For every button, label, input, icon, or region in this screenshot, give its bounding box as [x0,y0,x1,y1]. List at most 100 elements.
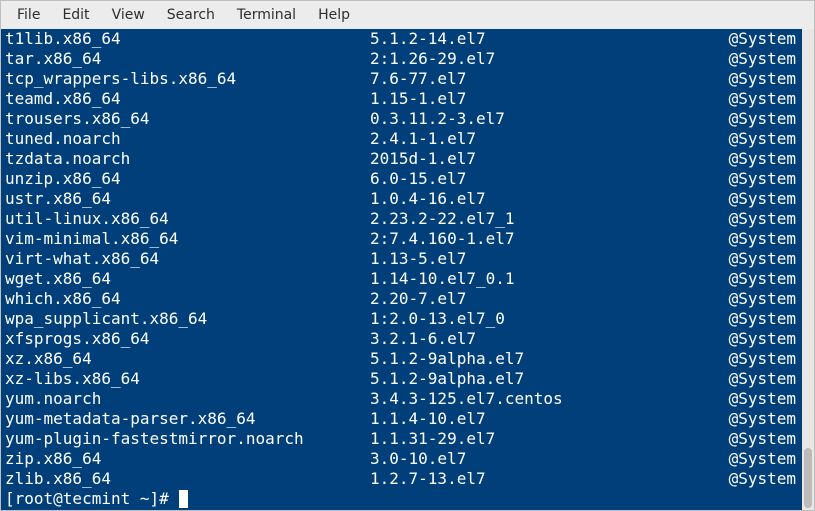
package-version: 1.15-1.el7 [370,89,720,109]
menu-item-terminal[interactable]: Terminal [227,3,306,27]
package-name: tar.x86_64 [5,49,370,69]
package-repo: @System [720,269,798,289]
package-version: 0.3.11.2-3.el7 [370,109,720,129]
package-repo: @System [720,469,798,489]
package-name: util-linux.x86_64 [5,209,370,229]
package-name: tcp_wrappers-libs.x86_64 [5,69,370,89]
package-repo: @System [720,89,798,109]
package-repo: @System [720,389,798,409]
package-repo: @System [720,209,798,229]
package-name: yum.noarch [5,389,370,409]
package-name: tuned.noarch [5,129,370,149]
package-name: zip.x86_64 [5,449,370,469]
menu-item-file[interactable]: File [7,3,50,27]
package-name: xfsprogs.x86_64 [5,329,370,349]
package-row: yum-metadata-parser.x86_641.1.4-10.el7@S… [5,409,798,429]
package-repo: @System [720,249,798,269]
package-version: 7.6-77.el7 [370,69,720,89]
terminal-output[interactable]: t1lib.x86_645.1.2-14.el7@Systemtar.x86_6… [1,29,802,510]
package-version: 1.0.4-16.el7 [370,189,720,209]
menu-item-help[interactable]: Help [308,3,360,27]
package-name: trousers.x86_64 [5,109,370,129]
package-name: virt-what.x86_64 [5,249,370,269]
package-row: virt-what.x86_641.13-5.el7@System [5,249,798,269]
package-repo: @System [720,349,798,369]
package-row: vim-minimal.x86_642:7.4.160-1.el7@System [5,229,798,249]
package-row: yum.noarch3.4.3-125.el7.centos@System [5,389,798,409]
package-repo: @System [720,29,798,49]
package-repo: @System [720,309,798,329]
package-repo: @System [720,289,798,309]
package-row: util-linux.x86_642.23.2-22.el7_1@System [5,209,798,229]
package-version: 1:2.0-13.el7_0 [370,309,720,329]
package-repo: @System [720,189,798,209]
package-version: 2015d-1.el7 [370,149,720,169]
package-name: teamd.x86_64 [5,89,370,109]
package-version: 1.14-10.el7_0.1 [370,269,720,289]
package-row: tcp_wrappers-libs.x86_647.6-77.el7@Syste… [5,69,798,89]
menu-item-edit[interactable]: Edit [52,3,99,27]
package-version: 6.0-15.el7 [370,169,720,189]
package-name: xz-libs.x86_64 [5,369,370,389]
package-name: xz.x86_64 [5,349,370,369]
package-row: tzdata.noarch2015d-1.el7@System [5,149,798,169]
package-row: zip.x86_643.0-10.el7@System [5,449,798,469]
package-version: 2:1.26-29.el7 [370,49,720,69]
package-repo: @System [720,69,798,89]
prompt-line[interactable]: [root@tecmint ~]# [5,489,798,509]
shell-prompt: [root@tecmint ~]# [5,489,178,509]
menu-item-search[interactable]: Search [157,3,225,27]
package-name: t1lib.x86_64 [5,29,370,49]
cursor [179,490,188,508]
package-version: 3.4.3-125.el7.centos [370,389,720,409]
package-version: 1.2.7-13.el7 [370,469,720,489]
menubar: FileEditViewSearchTerminalHelp [1,1,814,29]
scrollbar-thumb[interactable] [804,448,812,508]
package-version: 5.1.2-9alpha.el7 [370,369,720,389]
terminal-wrap: t1lib.x86_645.1.2-14.el7@Systemtar.x86_6… [1,29,814,510]
package-version: 2.20-7.el7 [370,289,720,309]
package-row: unzip.x86_646.0-15.el7@System [5,169,798,189]
package-row: t1lib.x86_645.1.2-14.el7@System [5,29,798,49]
package-row: yum-plugin-fastestmirror.noarch1.1.31-29… [5,429,798,449]
package-repo: @System [720,169,798,189]
package-name: yum-metadata-parser.x86_64 [5,409,370,429]
package-version: 5.1.2-14.el7 [370,29,720,49]
package-version: 3.0-10.el7 [370,449,720,469]
package-repo: @System [720,149,798,169]
package-row: xz-libs.x86_645.1.2-9alpha.el7@System [5,369,798,389]
package-row: ustr.x86_641.0.4-16.el7@System [5,189,798,209]
package-row: tuned.noarch2.4.1-1.el7@System [5,129,798,149]
package-repo: @System [720,129,798,149]
package-row: wpa_supplicant.x86_641:2.0-13.el7_0@Syst… [5,309,798,329]
package-name: which.x86_64 [5,289,370,309]
package-repo: @System [720,49,798,69]
package-repo: @System [720,409,798,429]
package-name: ustr.x86_64 [5,189,370,209]
package-repo: @System [720,229,798,249]
package-row: trousers.x86_640.3.11.2-3.el7@System [5,109,798,129]
package-name: wget.x86_64 [5,269,370,289]
package-name: wpa_supplicant.x86_64 [5,309,370,329]
package-name: zlib.x86_64 [5,469,370,489]
package-row: zlib.x86_641.2.7-13.el7@System [5,469,798,489]
package-repo: @System [720,329,798,349]
package-name: tzdata.noarch [5,149,370,169]
package-row: which.x86_642.20-7.el7@System [5,289,798,309]
menu-item-view[interactable]: View [102,3,155,27]
package-version: 2:7.4.160-1.el7 [370,229,720,249]
terminal-window: FileEditViewSearchTerminalHelp t1lib.x86… [0,0,815,511]
package-version: 3.2.1-6.el7 [370,329,720,349]
package-row: xz.x86_645.1.2-9alpha.el7@System [5,349,798,369]
scrollbar[interactable] [802,29,814,510]
package-name: unzip.x86_64 [5,169,370,189]
package-repo: @System [720,369,798,389]
package-row: wget.x86_641.14-10.el7_0.1@System [5,269,798,289]
package-row: xfsprogs.x86_643.2.1-6.el7@System [5,329,798,349]
package-name: yum-plugin-fastestmirror.noarch [5,429,370,449]
package-version: 5.1.2-9alpha.el7 [370,349,720,369]
package-row: teamd.x86_641.15-1.el7@System [5,89,798,109]
package-repo: @System [720,429,798,449]
package-name: vim-minimal.x86_64 [5,229,370,249]
package-version: 2.23.2-22.el7_1 [370,209,720,229]
